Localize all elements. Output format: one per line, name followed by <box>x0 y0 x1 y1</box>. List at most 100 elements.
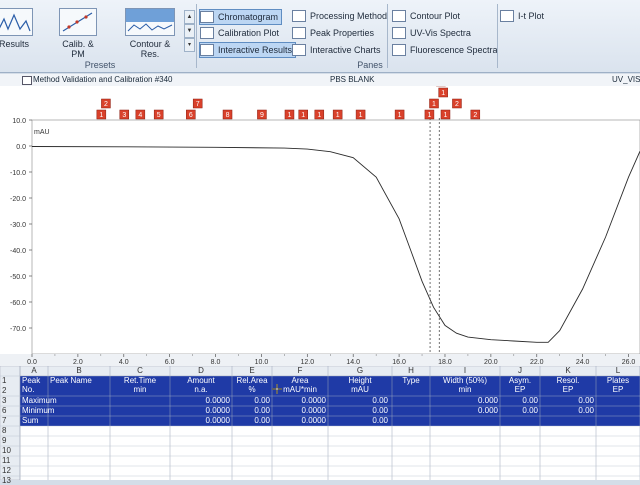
column-letter: C <box>137 366 143 375</box>
y-tick-label: -40.0 <box>10 248 26 255</box>
contour-res-button[interactable]: Contour & Res. <box>120 8 180 59</box>
summary-row-label: Maximum <box>22 396 57 405</box>
chromatogram-window: Method Validation and Calibration #340 P… <box>0 74 640 485</box>
x-tick-label: 14.0 <box>346 359 360 366</box>
summary-height: 0.00 <box>372 406 388 415</box>
column-header-unit: % <box>248 385 256 394</box>
summary-rel-area: 0.00 <box>254 416 270 425</box>
peak-marker-label: 1 <box>99 112 103 119</box>
pane-interactive-charts[interactable]: Interactive Charts <box>292 43 381 57</box>
column-header: Type <box>402 376 420 385</box>
column-letter: L <box>615 366 621 375</box>
y-tick-label: -30.0 <box>10 222 26 229</box>
column-letter: G <box>356 366 364 375</box>
ribbon: Results Calib. & PM Contour & Res. ▲ ▼ ▾… <box>0 0 640 73</box>
pane-contour-plot[interactable]: Contour Plot <box>392 9 460 23</box>
column-letter: B <box>76 366 82 375</box>
summary-resol: 0.00 <box>578 406 594 415</box>
peak-marker-label: 3 <box>122 112 126 119</box>
processing-method-icon <box>292 10 306 22</box>
row-number: 11 <box>2 456 11 465</box>
summary-asym: 0.00 <box>522 396 538 405</box>
peak-marker-label: 1 <box>317 112 321 119</box>
peak-marker-label: 1 <box>288 112 292 119</box>
peak-marker-label: 1 <box>441 90 445 97</box>
results-button[interactable]: Results <box>0 8 36 49</box>
scroll-down-button[interactable]: ▼ <box>184 24 195 38</box>
contour-icon <box>125 8 175 36</box>
results-table[interactable]: A B C D E F G H I J K L 1 2 3 6 7 8 9 10 11 12 13 Peak No. Peak N… <box>0 366 640 485</box>
chromatogram-svg[interactable]: 1234567891111111111122 10.00.0-10.0-20.0… <box>0 86 640 368</box>
panes-group-label: Panes <box>357 60 383 70</box>
row-number: 3 <box>2 396 7 405</box>
peak-marker-label: 7 <box>196 101 200 108</box>
summary-amount: 0.0000 <box>205 406 230 415</box>
scroll-up-button[interactable]: ▲ <box>184 10 195 24</box>
pane-processing-method-label: Processing Method <box>310 11 388 21</box>
x-tick-label: 26.0 <box>622 359 636 366</box>
pane-processing-method[interactable]: Processing Method <box>292 9 387 23</box>
y-tick-label: 10.0 <box>12 118 26 125</box>
column-header-unit: EP <box>612 385 624 394</box>
move-cursor-icon <box>272 384 282 394</box>
summary-row-label: Minimum <box>22 406 55 415</box>
row-number: 1 <box>2 376 7 385</box>
x-tick-label: 6.0 <box>165 359 175 366</box>
column-header: Width (50%) <box>442 376 487 385</box>
x-tick-label: 10.0 <box>255 359 269 366</box>
ribbon-separator <box>196 4 197 68</box>
y-tick-label: 0.0 <box>16 144 26 151</box>
column-letter: D <box>198 366 204 375</box>
pane-it-plot[interactable]: I-t Plot <box>500 9 544 23</box>
calibration-icon <box>59 8 97 36</box>
column-header-unit: min <box>133 385 147 394</box>
window-title: Method Validation and Calibration #340 <box>33 75 173 84</box>
presets-group-label: Presets <box>84 60 116 70</box>
column-header: Height <box>348 376 372 385</box>
pane-chromatogram-label: Chromatogram <box>218 12 279 22</box>
pane-interactive-results[interactable]: Interactive Results <box>199 42 297 58</box>
calib-pm-button[interactable]: Calib. & PM <box>56 8 100 59</box>
pane-peak-properties[interactable]: Peak Properties <box>292 26 374 40</box>
summary-height: 0.00 <box>372 396 388 405</box>
summary-area: 0.0000 <box>301 416 326 425</box>
y-tick-label: -20.0 <box>10 196 26 203</box>
column-letter: F <box>297 366 303 375</box>
interactive-charts-icon <box>292 44 306 56</box>
x-tick-label: 22.0 <box>530 359 544 366</box>
x-tick-label: 24.0 <box>576 359 590 366</box>
peak-properties-icon <box>292 27 306 39</box>
row-number: 2 <box>2 386 7 395</box>
peak-marker-label: 1 <box>336 112 340 119</box>
summary-rel-area: 0.00 <box>254 406 270 415</box>
pane-fluorescence-spectra[interactable]: Fluorescence Spectra <box>392 43 498 57</box>
column-header-unit: min <box>458 385 472 394</box>
contour-plot-icon <box>392 10 406 22</box>
column-header: Peak Name <box>50 376 92 385</box>
summary-asym: 0.00 <box>522 406 538 415</box>
column-header-unit: EP <box>562 385 574 394</box>
pane-chromatogram[interactable]: Chromatogram <box>199 9 283 25</box>
uv-vis-spectra-icon <box>392 27 406 39</box>
peak-marker-label: 1 <box>398 112 402 119</box>
peak-marker-label: 1 <box>427 112 431 119</box>
x-tick-label: 0.0 <box>27 359 37 366</box>
row-number: 6 <box>2 406 7 415</box>
it-plot-icon <box>500 10 514 22</box>
pane-calibration-plot-label: Calibration Plot <box>218 28 280 38</box>
peak-marker-label: 2 <box>473 112 477 119</box>
scroll-more-button[interactable]: ▾ <box>184 38 195 52</box>
summary-amount: 0.0000 <box>205 416 230 425</box>
peak-marker-label: 9 <box>260 112 264 119</box>
x-tick-label: 16.0 <box>392 359 406 366</box>
pane-uv-vis-spectra[interactable]: UV-Vis Spectra <box>392 26 471 40</box>
column-letter: I <box>463 366 467 375</box>
plot-area <box>31 119 640 355</box>
row-number: 7 <box>2 416 7 425</box>
pane-calibration-plot[interactable]: Calibration Plot <box>200 26 279 40</box>
row-number: 13 <box>2 476 11 485</box>
sample-name: PBS BLANK <box>330 75 375 84</box>
peak-marker-label: 2 <box>104 101 108 108</box>
channel-name: UV_VIS <box>612 75 640 84</box>
column-letter: K <box>565 366 571 375</box>
